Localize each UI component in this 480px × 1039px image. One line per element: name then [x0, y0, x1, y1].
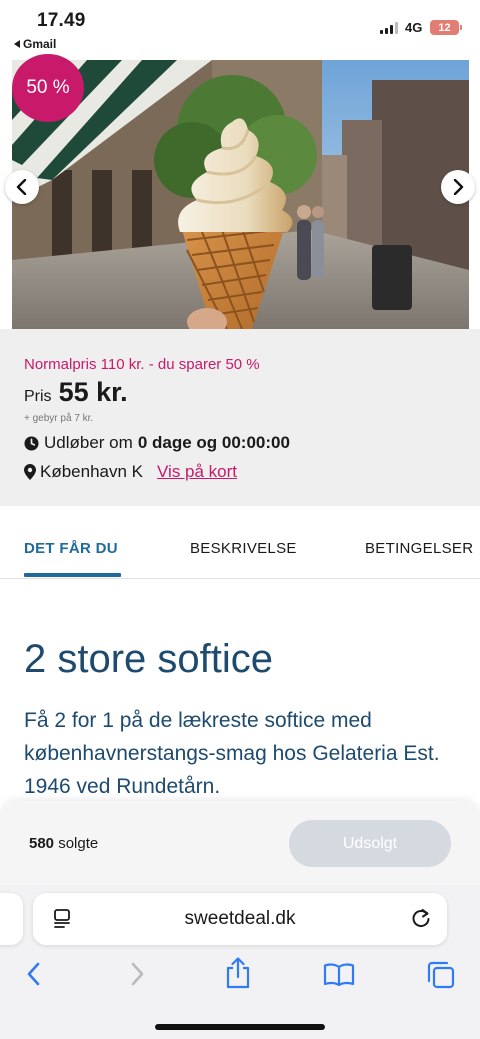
- bookmarks-icon[interactable]: [323, 963, 355, 987]
- url-text: sweetdeal.dk: [184, 908, 296, 929]
- chevron-right-icon: [453, 179, 464, 195]
- deal-description: Få 2 for 1 på de lækreste softice med kø…: [24, 709, 440, 798]
- chevron-left-icon: [16, 179, 27, 195]
- purchase-bar: 580 solgte Udsolgt: [0, 801, 480, 885]
- expiry-countdown: 0 dage og 00:00:00: [137, 433, 290, 452]
- discount-badge: 50 %: [12, 54, 84, 122]
- tab-det-faar-du[interactable]: DET FÅR DU: [24, 540, 118, 557]
- home-indicator: [155, 1024, 325, 1030]
- price-label: Pris: [24, 388, 52, 405]
- clock-icon: [24, 435, 39, 451]
- battery-level: 12: [438, 21, 451, 34]
- cellular-signal-icon: [380, 22, 398, 34]
- browser-chrome: sweetdeal.dk: [0, 885, 480, 1039]
- map-pin-icon: [24, 464, 36, 480]
- status-bar: 17.49 Gmail 4G 12: [0, 0, 480, 58]
- fee-note: + gebyr på 7 kr.: [24, 413, 94, 424]
- address-bar[interactable]: sweetdeal.dk: [33, 893, 447, 945]
- forward-arrow-icon[interactable]: [127, 961, 147, 987]
- normal-price: Normalpris 110 kr. - du sparer 50 %: [24, 356, 260, 373]
- previous-tab-preview[interactable]: [0, 893, 23, 945]
- next-image-button[interactable]: [441, 170, 475, 204]
- tab-beskrivelse[interactable]: BESKRIVELSE: [190, 540, 297, 557]
- deal-title: 2 store softice: [24, 637, 274, 681]
- tabs-overview-icon[interactable]: [426, 961, 456, 989]
- share-icon[interactable]: [225, 957, 251, 989]
- active-tab-indicator: [24, 573, 121, 577]
- deal-info-panel: Normalpris 110 kr. - du sparer 50 % Pris…: [0, 329, 480, 506]
- location: København K Vis på kort: [24, 462, 237, 482]
- location-name: København K: [40, 462, 144, 481]
- back-app-label: Gmail: [23, 37, 57, 51]
- clock: 17.49: [37, 10, 86, 31]
- content-tabs: DET FÅR DU BESKRIVELSE BETINGELSER: [0, 506, 480, 579]
- back-to-app-link[interactable]: Gmail: [14, 37, 56, 51]
- reload-icon[interactable]: [410, 907, 432, 929]
- previous-image-button[interactable]: [5, 170, 39, 204]
- network-type: 4G: [405, 20, 423, 35]
- price: Pris 55 kr.: [24, 377, 128, 408]
- show-on-map-link[interactable]: Vis på kort: [157, 462, 237, 482]
- tab-betingelser[interactable]: BETINGELSER: [365, 540, 473, 557]
- sold-label: solgte: [58, 835, 99, 852]
- price-value: 55 kr.: [58, 377, 128, 407]
- sold-count: 580 solgte: [29, 835, 98, 852]
- sold-number: 580: [29, 835, 55, 852]
- back-triangle-icon: [14, 40, 20, 48]
- sold-out-button[interactable]: Udsolgt: [289, 820, 451, 867]
- expiry-label: Udløber om: [44, 433, 133, 452]
- battery-indicator: 12: [430, 20, 462, 35]
- back-arrow-icon[interactable]: [24, 961, 44, 987]
- expiry: Udløber om 0 dage og 00:00:00: [24, 433, 290, 453]
